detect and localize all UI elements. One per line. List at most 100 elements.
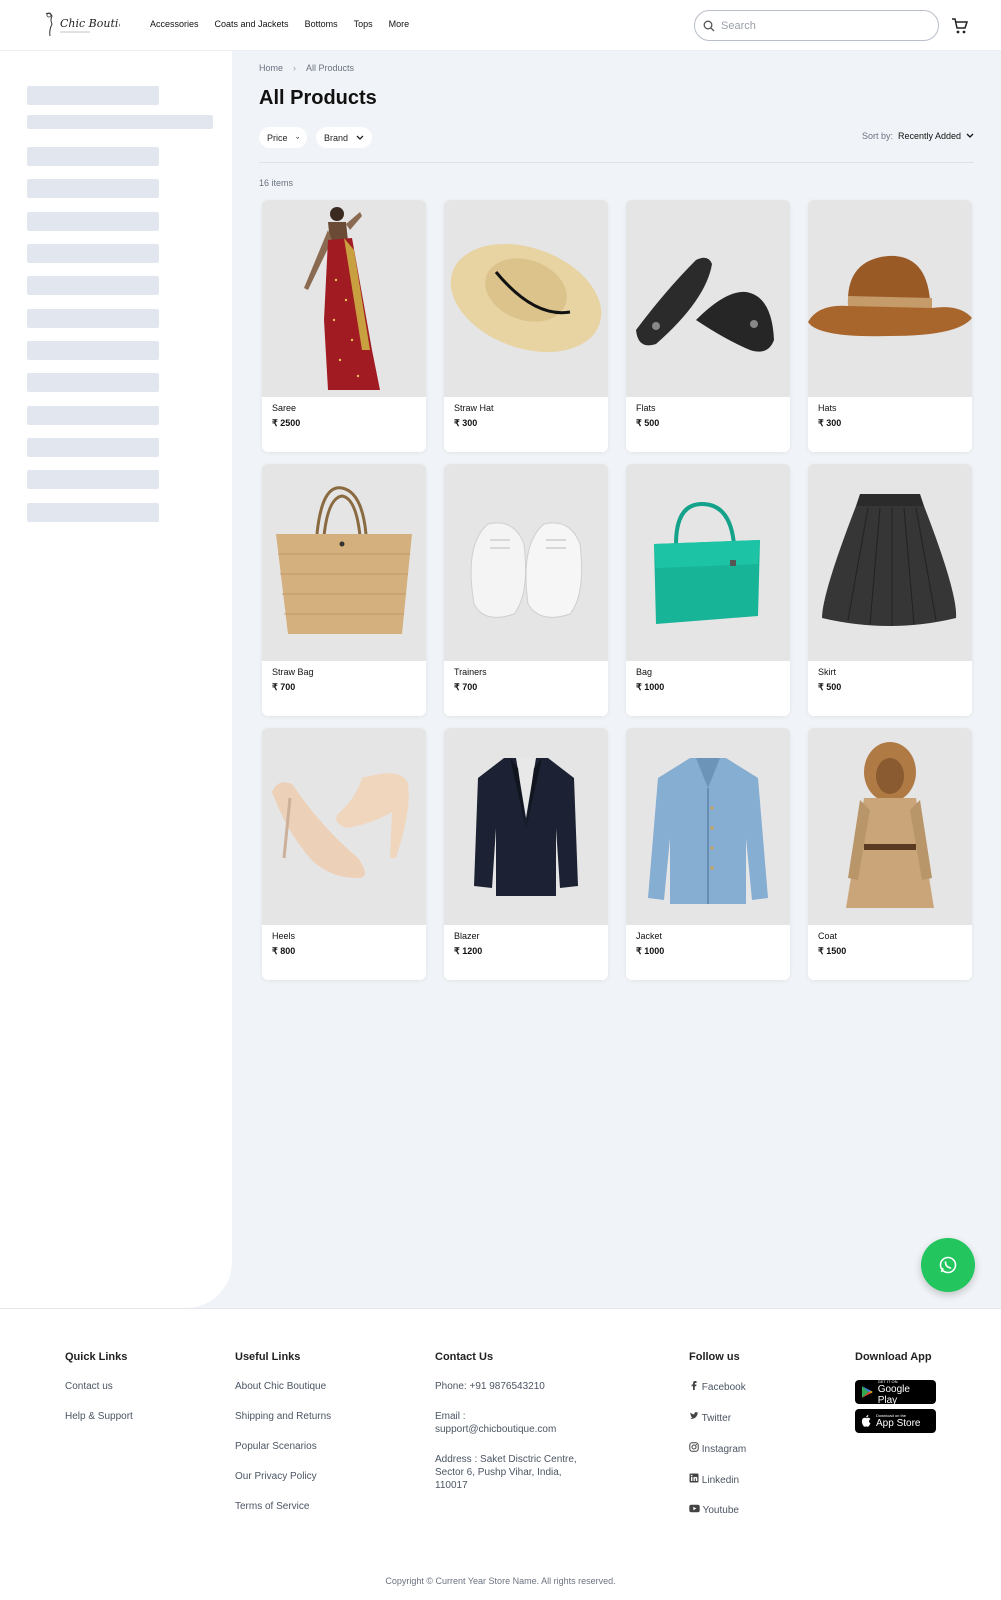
footer-link[interactable]: Terms of Service — [235, 1500, 331, 1513]
product-name: Coat — [818, 931, 838, 941]
product-price: ₹ 800 — [272, 946, 296, 956]
footer: Quick Links Contact us Help & Support Us… — [0, 1308, 1001, 1600]
footer-link[interactable]: Shipping and Returns — [235, 1410, 331, 1423]
follow-title: Follow us — [689, 1351, 740, 1363]
app-store-large: App Store — [876, 1418, 921, 1429]
product-card[interactable]: Straw Hat ₹ 300 — [444, 200, 608, 452]
sort-label: Sort by: — [861, 131, 893, 141]
app-store-text: Download on the App Store — [876, 1413, 920, 1429]
product-price: ₹ 300 — [454, 418, 478, 428]
footer-link[interactable]: About Chic Boutique — [235, 1380, 331, 1393]
logo[interactable]: Chic Boutique — [40, 10, 140, 38]
product-card[interactable]: Flats ₹ 500 — [626, 200, 790, 452]
quick-links: Quick Links Contact us Help & Support — [65, 1351, 133, 1440]
product-card[interactable]: Blazer ₹ 1200 — [444, 728, 608, 980]
google-play-text: GET IT ON Google Play — [878, 1379, 931, 1406]
product-card[interactable]: Coat ₹ 1500 — [808, 728, 972, 980]
contact-title: Contact Us — [435, 1351, 494, 1363]
footer-link[interactable]: Contact us — [65, 1380, 133, 1393]
brand-filter-dropdown[interactable]: Brand — [316, 127, 372, 148]
sort-value[interactable]: Recently Added — [898, 131, 961, 141]
product-grid: Saree ₹ 2500 Straw Hat ₹ 300 Flats ₹ 500… — [262, 200, 972, 980]
search-box[interactable] — [694, 10, 939, 41]
product-name: Bag — [636, 667, 653, 677]
nav-bottoms[interactable]: Bottoms — [305, 19, 338, 29]
skeleton-bar — [27, 503, 159, 522]
skeleton-bar — [27, 179, 159, 198]
brand-filter-label: Brand — [324, 132, 349, 143]
product-price: ₹ 500 — [818, 682, 842, 692]
app-store-button[interactable]: Download on the App Store — [855, 1409, 936, 1433]
heels-image — [262, 728, 426, 925]
footer-link[interactable]: Popular Scenarios — [235, 1440, 331, 1453]
product-name: Jacket — [636, 931, 663, 941]
cart-icon[interactable] — [951, 17, 969, 35]
contact-email[interactable]: Email : support@chicboutique.com — [435, 1410, 575, 1436]
nav-tops[interactable]: Tops — [354, 19, 373, 29]
search-input[interactable] — [721, 19, 921, 32]
breadcrumb-home[interactable]: Home — [259, 63, 283, 73]
product-name: Trainers — [454, 667, 487, 677]
skeleton-bar — [27, 341, 159, 360]
product-price: ₹ 300 — [818, 418, 842, 428]
download-title: Download App — [855, 1351, 932, 1363]
skeleton-bar — [27, 373, 159, 392]
product-card[interactable]: Heels ₹ 800 — [262, 728, 426, 980]
product-card[interactable]: Saree ₹ 2500 — [262, 200, 426, 452]
product-price: ₹ 1000 — [636, 946, 665, 956]
header: Chic Boutique Accessories Coats and Jack… — [0, 0, 1001, 51]
skeleton-bar — [27, 438, 159, 457]
quick-links-title: Quick Links — [65, 1351, 128, 1363]
product-name: Heels — [272, 931, 296, 941]
breadcrumb: Home › All Products — [259, 63, 354, 73]
svg-text:Chic Boutique: Chic Boutique — [60, 17, 120, 30]
chevron-right-icon: › — [293, 63, 297, 73]
sort-control[interactable]: Sort by: Recently Added — [862, 131, 974, 141]
facebook-link[interactable]: Facebook — [689, 1380, 746, 1394]
nav-more[interactable]: More — [389, 19, 410, 29]
nav-coats-and-jackets[interactable]: Coats and Jackets — [215, 19, 289, 29]
product-card[interactable]: Trainers ₹ 700 — [444, 464, 608, 716]
flats-image — [626, 200, 790, 397]
product-price: ₹ 1000 — [636, 682, 665, 692]
blazer-image — [444, 728, 608, 925]
trainers-image — [444, 464, 608, 661]
skeleton-bar — [27, 244, 159, 263]
chevron-down-icon — [295, 136, 299, 139]
divider — [259, 162, 974, 163]
product-price: ₹ 700 — [272, 682, 296, 692]
price-filter-dropdown[interactable]: Price — [259, 127, 307, 148]
useful-links: Useful Links About Chic Boutique Shippin… — [235, 1351, 331, 1530]
useful-links-title: Useful Links — [235, 1351, 301, 1363]
nav-accessories[interactable]: Accessories — [150, 19, 199, 29]
product-price: ₹ 500 — [636, 418, 660, 428]
linkedin-link[interactable]: Linkedin — [689, 1473, 746, 1487]
footer-link[interactable]: Our Privacy Policy — [235, 1470, 331, 1483]
apple-icon — [861, 1415, 871, 1427]
skeleton-bar — [27, 309, 159, 328]
product-card[interactable]: Straw Bag ₹ 700 — [262, 464, 426, 716]
footer-link[interactable]: Help & Support — [65, 1410, 133, 1423]
google-play-large: Google Play — [877, 1383, 910, 1406]
follow-us: Follow us Facebook Twitter Instagram Lin… — [689, 1351, 746, 1534]
youtube-link[interactable]: Youtube — [689, 1504, 746, 1517]
skirt-image — [808, 464, 972, 661]
instagram-link[interactable]: Instagram — [689, 1442, 746, 1456]
product-card[interactable]: Skirt ₹ 500 — [808, 464, 972, 716]
skeleton-bar — [27, 276, 159, 295]
search-icon — [703, 20, 715, 31]
cowboy-hat-image — [808, 200, 972, 397]
download-app: Download App GET IT ON Google Play Downl… — [855, 1351, 936, 1438]
product-name: Straw Hat — [454, 403, 494, 413]
product-card[interactable]: Bag ₹ 1000 — [626, 464, 790, 716]
whatsapp-chat-button[interactable] — [921, 1238, 975, 1292]
product-card[interactable]: Jacket ₹ 1000 — [626, 728, 790, 980]
filter-sidebar-skeleton — [0, 51, 232, 1308]
skeleton-bar — [27, 147, 159, 166]
youtube-icon — [689, 1504, 700, 1513]
twitter-link[interactable]: Twitter — [689, 1411, 746, 1425]
google-play-button[interactable]: GET IT ON Google Play — [855, 1379, 936, 1406]
contact-address: Address : Saket Disctric Centre, Sector … — [435, 1454, 577, 1491]
skeleton-bar — [27, 212, 159, 231]
product-card[interactable]: Hats ₹ 300 — [808, 200, 972, 452]
